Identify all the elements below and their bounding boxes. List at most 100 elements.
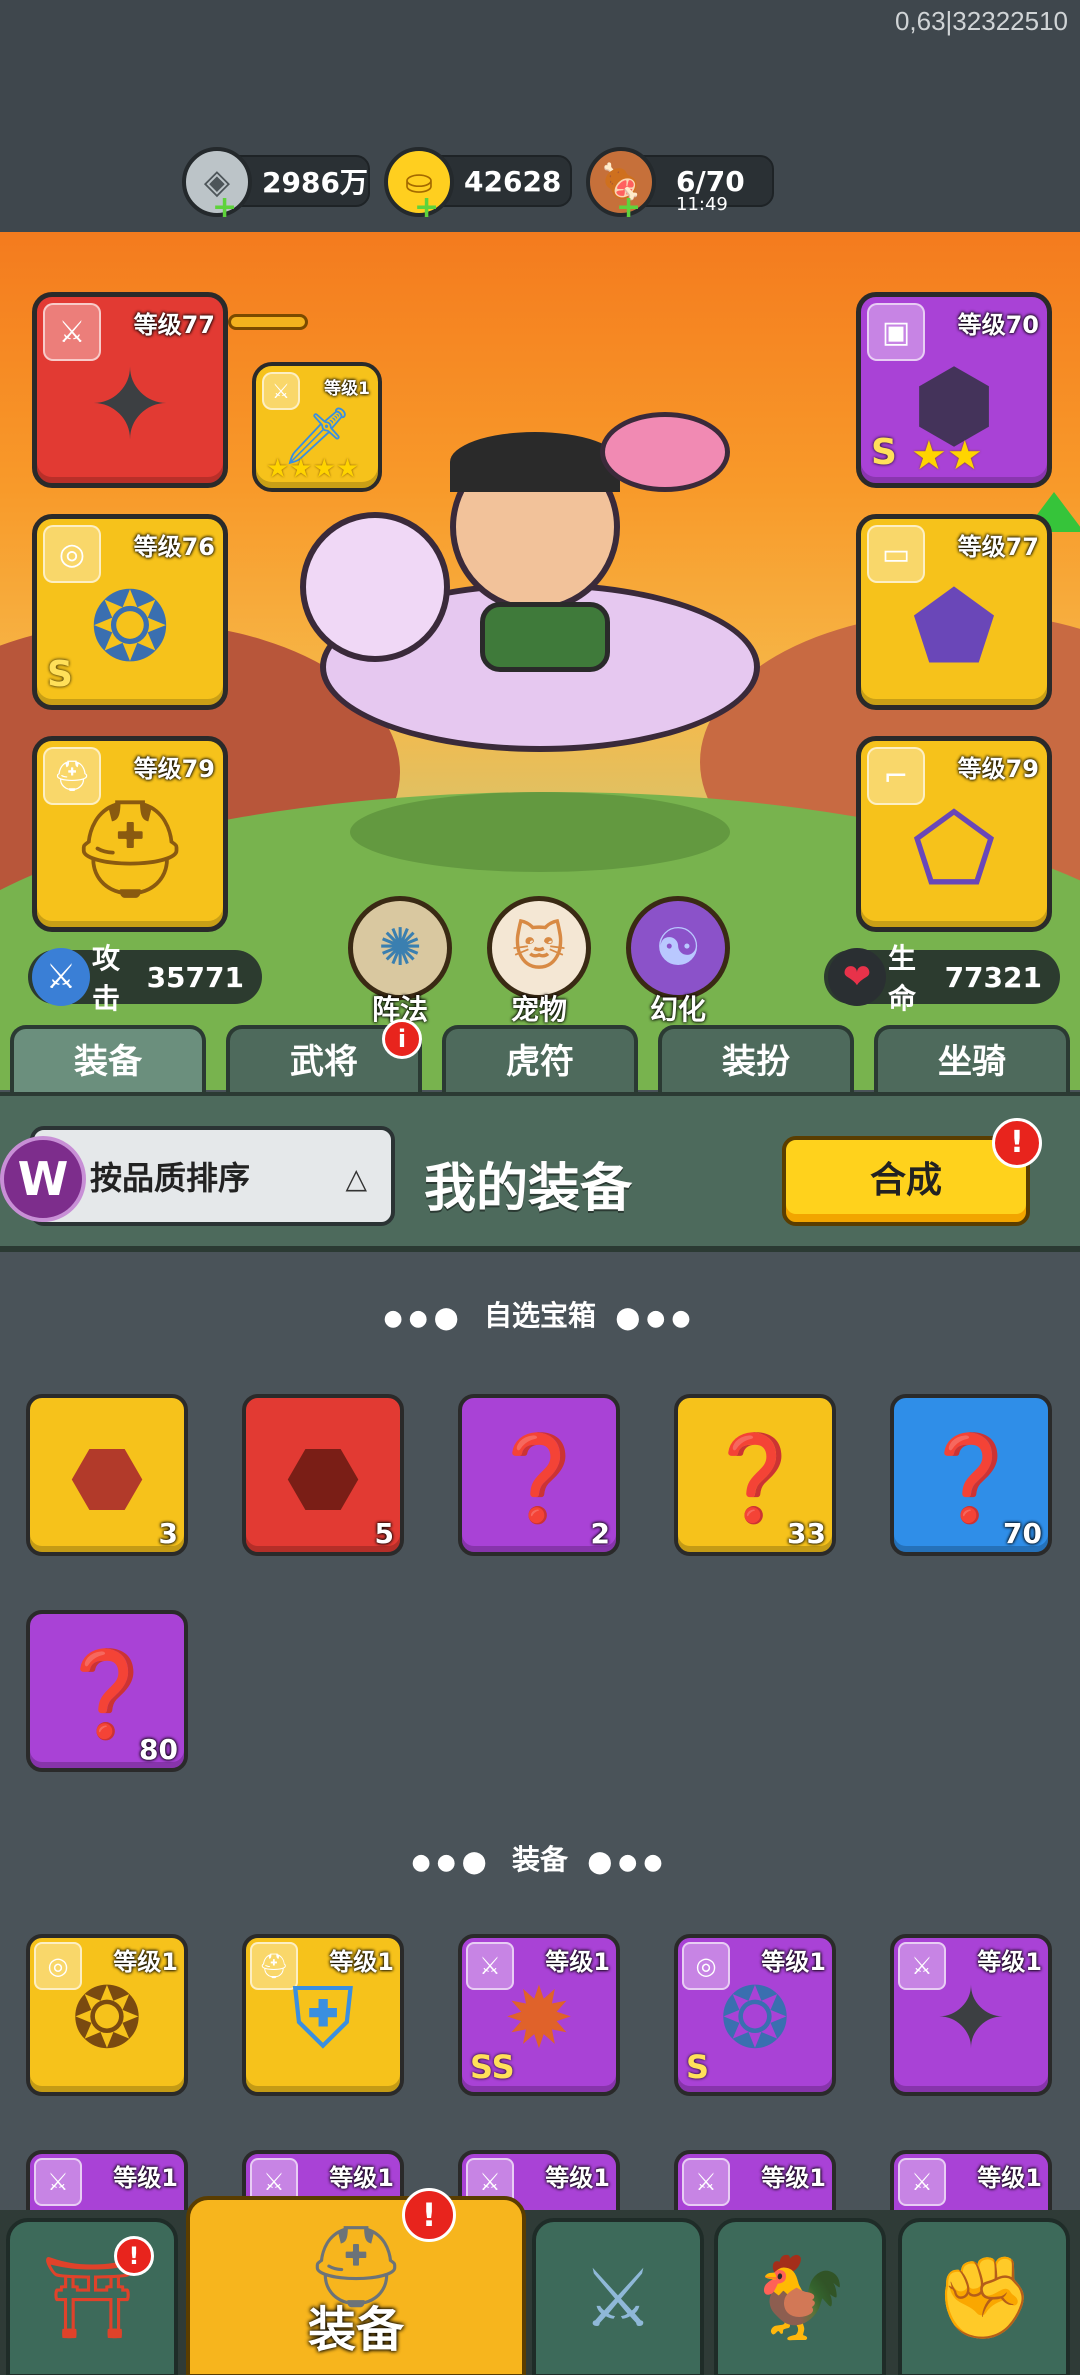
slot-level: 等级79 [133,755,215,783]
formation-button[interactable]: ✺ 阵法 [348,896,452,1028]
alert-badge: ! [402,2188,456,2242]
item-count: 3 [158,1517,178,1550]
tab-label: 武将 [290,1042,358,1082]
item-count: 80 [139,1733,178,1766]
helmet-slot[interactable]: ⛑ 等级79 ⛑ [32,736,228,932]
transform-button[interactable]: ☯ 幻化 [626,896,730,1028]
equipment-item[interactable]: ◎ 等级1 ❂ [26,1934,188,2096]
slot-level: 等级70 [957,311,1039,339]
equipment-item[interactable]: ⚔ 等级1 ✦ [890,1934,1052,2096]
weapon-slot[interactable]: ⚔ 等级77 ✦ [32,292,228,488]
section-label: 装备 [511,1843,568,1876]
mystery-chest-icon: ❓ [486,1429,592,1528]
hp-stat: ❤ 生命 77321 [824,942,1060,1015]
tab-label: 装备 [74,1042,142,1082]
tab-costume[interactable]: 装扮 [658,1025,854,1095]
equip-section-title: ●●⬤ 装备 ⬤●● [0,1838,1080,1878]
chest-item[interactable]: ⬣ 3 [26,1394,188,1556]
nav-battle[interactable]: ⚔ [532,2218,704,2375]
chest-item[interactable]: ❓ 2 [458,1394,620,1556]
tab-generals[interactable]: 武将 i [226,1019,422,1095]
compass-icon: ✺ [348,896,452,1000]
tab-label: 坐骑 [938,1042,1006,1082]
debug-readout: 0,63|32322510 [894,6,1068,36]
nav-pet[interactable]: 🐓 [714,2218,886,2375]
hp-label: 生命 [888,942,917,1015]
shuriken-icon: ✦ [89,348,171,461]
item-level: 等级1 [113,2164,178,2192]
mystery-chest-icon: ❓ [702,1429,808,1528]
shuriken-icon: ✦ [935,1969,1007,2068]
pet-button[interactable]: 🐱 宠物 [487,896,591,1028]
tab-label: 装扮 [722,1042,790,1082]
tab-label: 虎符 [506,1042,574,1082]
attack-label: 攻击 [92,942,121,1015]
accessory-slot[interactable]: ▭ 等级77 ⬟ [856,514,1052,710]
plus-icon[interactable]: + [212,193,237,223]
silver-counter[interactable]: ◈ 2986万 + [182,147,370,223]
sword-icon: ⚔ [682,2158,730,2206]
armor-slot[interactable]: ▣ 等级70 ⬢ S ★★ [856,292,1052,488]
chest-section-title: ●●⬤ 自选宝箱 ⬤●● [0,1294,1080,1334]
slot-level: 等级1 [324,379,370,399]
slot-level: 等级79 [957,755,1039,783]
alert-badge: ! [114,2236,154,2276]
nav-equipment[interactable]: ⛑ 装备 ! [186,2188,526,2375]
nav-upgrade[interactable]: ✊ [898,2218,1070,2375]
equipment-panel-header: 按品质排序 △ W 我的装备 合成 ! [0,1092,1080,1252]
category-tabs: 装备 武将 i 虎符 装扮 坐骑 [0,1019,1080,1095]
plus-icon[interactable]: + [616,193,641,223]
heart-icon: ❤ [828,948,886,1006]
rooster-icon: 🐓 [750,2251,850,2344]
grade-badge: S [686,2048,710,2086]
sword-icon: ⚔ [898,2158,946,2206]
necklace-slot[interactable]: ◎ 等级76 ❂ S [32,514,228,710]
chest-item[interactable]: ⬣ 5 [242,1394,404,1556]
star-rating: ★★★★ [266,454,360,484]
weapon-attachment-slot[interactable]: ⚔ 等级1 🗡 ★★★★ [252,362,382,492]
tab-tiger-tally[interactable]: 虎符 [442,1025,638,1095]
section-label: 自选宝箱 [483,1299,596,1332]
grade-badge: S [47,654,73,695]
plus-icon[interactable]: + [414,193,439,223]
top-bar: 0,63|32322510 ◈ 2986万 + ⛀ 42628 + 🍖 6/70… [0,0,1080,232]
gold-counter[interactable]: ⛀ 42628 + [384,147,572,223]
equipment-item[interactable]: ◎ 等级1 ❂ S [674,1934,836,2096]
item-level: 等级1 [977,2164,1042,2192]
fist-upgrade-icon: ✊ [934,2251,1034,2344]
cat-icon: 🐱 [487,896,591,1000]
stamina-value: 6/70 [676,164,745,198]
combine-button[interactable]: 合成 ! [782,1118,1042,1226]
chest-item[interactable]: ❓ 80 [26,1610,188,1772]
amulet-icon: ❂ [719,1969,791,2068]
item-level: 等级1 [545,2164,610,2192]
stamina-timer: 11:49 [676,194,728,215]
spirit-icon: ☯ [626,896,730,1000]
equipment-item[interactable]: ⛑ 等级1 ⛨ [242,1934,404,2096]
nav-shop[interactable]: ⛩ ! [6,2218,178,2375]
sword-icon: ⚔ [32,948,90,1006]
decor-dots: ●●⬤ [411,1850,493,1875]
chest-item[interactable]: ❓ 33 [674,1394,836,1556]
decor-dots: ●●⬤ [383,1306,465,1331]
chest-item[interactable]: ❓ 70 [890,1394,1052,1556]
tab-equipment[interactable]: 装备 [10,1025,206,1095]
alert-badge: ! [992,1118,1042,1168]
grade-badge: SS [470,2048,515,2086]
overlay-logo[interactable]: W [0,1136,86,1222]
amulet-icon: ❂ [71,1969,143,2068]
decor-dots: ⬤●● [615,1306,697,1331]
attack-value: 35771 [146,960,244,994]
silver-value: 2986万 [262,166,368,199]
slot-level: 等级76 [133,533,215,561]
tab-mount[interactable]: 坐骑 [874,1025,1070,1095]
slot-level: 等级77 [133,311,215,339]
boots-slot[interactable]: ⌐ 等级79 ⬠ [856,736,1052,932]
slot-level: 等级77 [957,533,1039,561]
chain-icon [228,314,308,330]
crystal-helmet-icon: ⛨ [291,1969,355,2068]
equipment-item[interactable]: ⚔ 等级1 ✹ SS [458,1934,620,2096]
attack-stat: ⚔ 攻击 35771 [28,942,262,1015]
amulet-icon: ❂ [89,570,171,683]
stamina-counter[interactable]: 🍖 6/70 + 11:49 [586,147,774,223]
